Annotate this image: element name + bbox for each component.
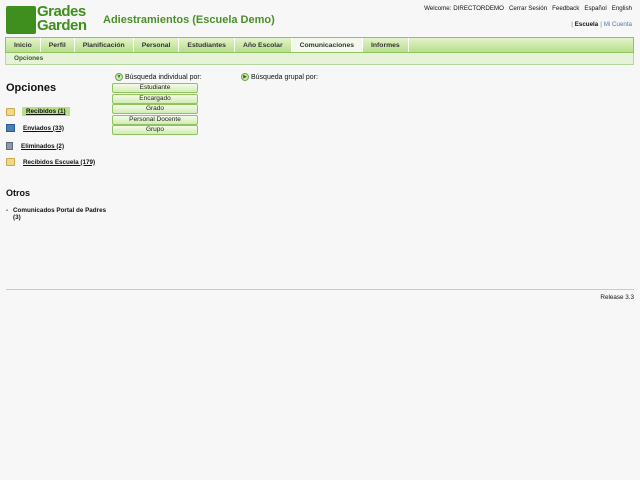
individual-search-buttons: Estudiante Encargado Grado Personal Doce…	[112, 83, 198, 136]
tab-perfil[interactable]: Perfil	[41, 38, 75, 52]
tab-comunicaciones[interactable]: Comunicaciones	[291, 38, 363, 52]
mi-cuenta-link[interactable]: Mi Cuenta	[604, 21, 632, 28]
search-grado-button[interactable]: Grado	[112, 104, 198, 114]
sidebar-item-recibidos-escuela[interactable]: Recibidos Escuela (179)	[6, 158, 95, 166]
logout-link[interactable]: Cerrar Sesión	[509, 5, 547, 12]
tab-informes[interactable]: Informes	[363, 38, 409, 52]
trash-icon	[6, 142, 13, 150]
group-search-toggle[interactable]: ▶ Búsqueda grupal por:	[241, 73, 318, 81]
search-estudiante-button[interactable]: Estudiante	[112, 83, 198, 93]
folder-icon	[6, 107, 15, 116]
tab-personal[interactable]: Personal	[134, 38, 180, 52]
tab-inicio[interactable]: Inicio	[6, 38, 41, 52]
escuela-link[interactable]: Escuela	[575, 21, 598, 28]
search-encargado-button[interactable]: Encargado	[112, 93, 198, 104]
sidebar-item-enviados[interactable]: Enviados (33)	[6, 124, 64, 132]
otros-comunicados-link[interactable]: - Comunicados Portal de Padres (3)	[6, 207, 116, 221]
search-grupo-button[interactable]: Grupo	[112, 125, 198, 135]
sidebar-item-eliminados[interactable]: Eliminados (2)	[6, 142, 64, 150]
tab-ano-escolar[interactable]: Año Escolar	[235, 38, 292, 52]
release-version: Release 3.3	[600, 294, 634, 301]
top-links: Welcome: DIRECTORDEMO Cerrar Sesión Feed…	[424, 5, 632, 12]
tab-estudiantes[interactable]: Estudiantes	[179, 38, 235, 52]
tab-planificacion[interactable]: Planificación	[75, 38, 134, 52]
chevron-right-icon: ▶	[241, 73, 249, 81]
sidebar-item-recibidos[interactable]: Recibidos (1)	[6, 107, 70, 116]
search-personal-docente-button[interactable]: Personal Docente	[112, 114, 198, 125]
english-link[interactable]: English	[612, 5, 632, 12]
footer-divider	[6, 289, 634, 290]
leaf-logo-icon	[6, 6, 36, 34]
individual-search-toggle[interactable]: ▼ Búsqueda individual por:	[115, 73, 202, 81]
feedback-link[interactable]: Feedback	[552, 5, 579, 12]
chevron-down-icon: ▼	[115, 73, 123, 81]
app-title: Adiestramientos (Escuela Demo)	[103, 14, 275, 26]
logo-text: Grades Garden	[37, 3, 87, 34]
subnav: Opciones	[5, 53, 634, 65]
subnav-opciones[interactable]: Opciones	[14, 55, 43, 62]
account-links: | Escuela | Mi Cuenta	[571, 21, 632, 28]
outbox-icon	[6, 124, 15, 132]
grades-garden-logo[interactable]: Grades Garden	[6, 3, 94, 36]
sidebar-title: Opciones	[6, 82, 57, 94]
otros-title: Otros	[6, 188, 31, 198]
main-nav: Inicio Perfil Planificación Personal Est…	[5, 37, 634, 53]
welcome-text: Welcome: DIRECTORDEMO	[424, 5, 504, 12]
spanish-link[interactable]: Español	[584, 5, 606, 12]
folder-icon	[6, 158, 15, 166]
